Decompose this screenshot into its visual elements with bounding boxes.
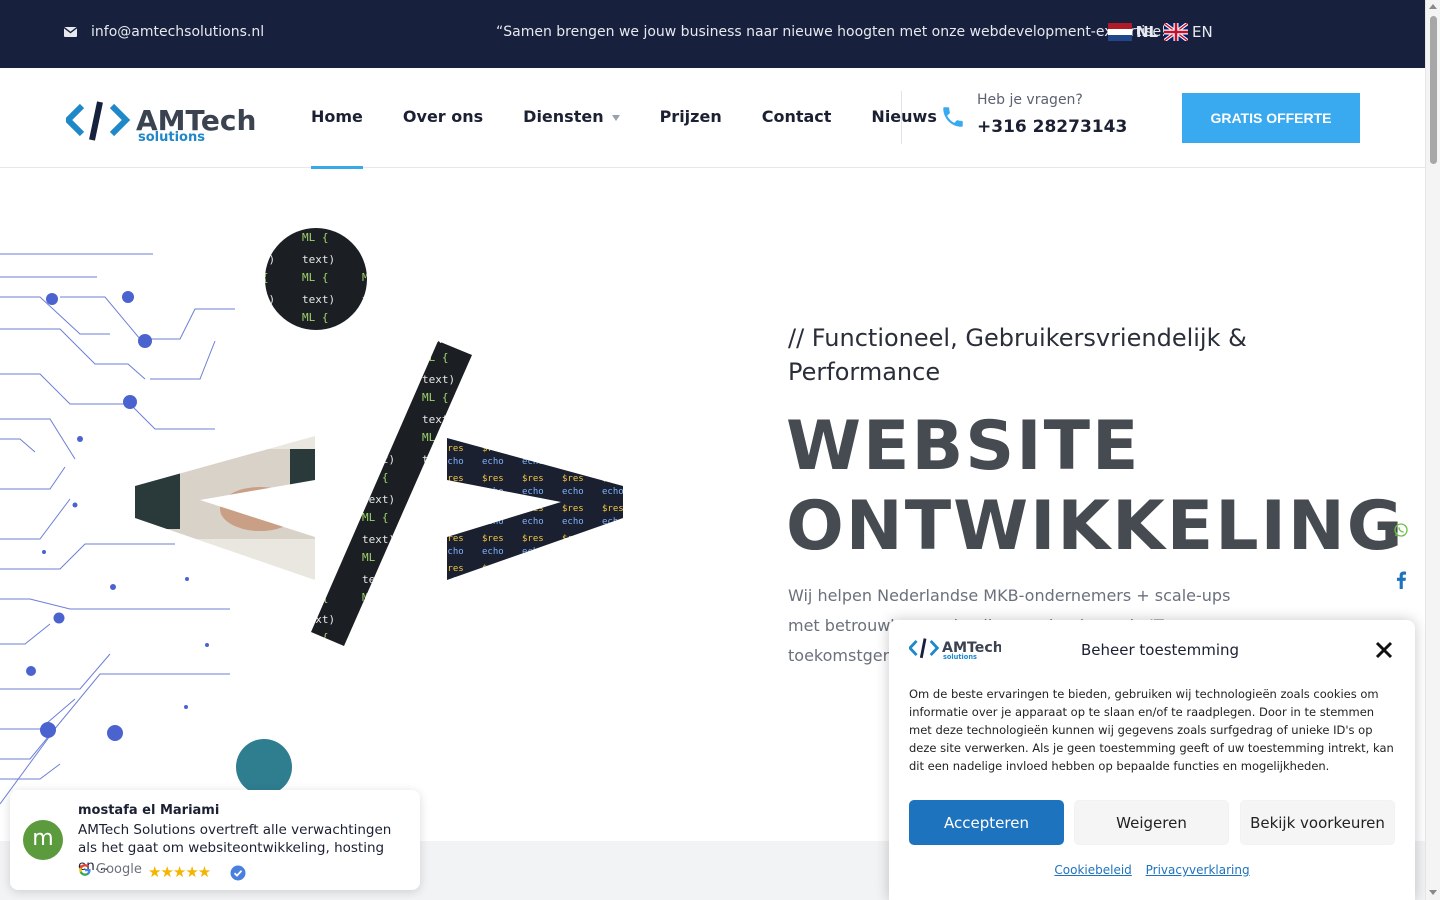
page-scrollbar[interactable] <box>1425 0 1440 900</box>
google-review-widget[interactable]: m mostafa el Mariami AMTech Solutions ov… <box>10 790 420 890</box>
nav-diensten[interactable]: Diensten <box>523 68 620 168</box>
facebook-link[interactable] <box>1377 555 1425 605</box>
phone-label: Heb je vragen? <box>977 92 1083 108</box>
nav-nieuws[interactable]: Nieuws <box>871 68 936 168</box>
header-divider <box>901 91 902 144</box>
google-icon <box>79 863 91 876</box>
cookie-consent-dialog: AMTech solutions Beheer toestemming Om d… <box>889 620 1415 900</box>
cookie-logo-icon: AMTech solutions <box>909 638 1001 660</box>
flag-nl-icon <box>1108 23 1132 41</box>
top-bar: info@amtechsolutions.nl “Samen brengen w… <box>0 0 1425 68</box>
email-link[interactable]: info@amtechsolutions.nl <box>64 24 264 40</box>
cookie-body-text: Om de beste ervaringen te bieden, gebrui… <box>909 687 1394 773</box>
envelope-icon <box>64 27 77 37</box>
email-text: info@amtechsolutions.nl <box>91 24 265 40</box>
gratis-offerte-button[interactable]: GRATIS OFFERTE <box>1182 93 1360 143</box>
nav-over-ons[interactable]: Over ons <box>403 68 483 168</box>
topbar-quote: “Samen brengen we jouw business naar nie… <box>496 24 1174 40</box>
hero-tagline: // Functioneel, Gebruikersvriendelijk & … <box>788 324 1247 386</box>
review-source: Google <box>78 862 142 877</box>
whatsapp-link[interactable] <box>1377 505 1425 555</box>
chevron-down-icon <box>611 114 620 121</box>
whatsapp-icon <box>1394 523 1408 537</box>
hero-code-illustration: text) ML { $res echo <box>0 228 623 805</box>
accept-button[interactable]: Accepteren <box>909 800 1064 845</box>
main-nav: Home Over ons Diensten Prijzen Contact N… <box>311 68 977 169</box>
language-nl[interactable]: NL <box>1108 23 1158 41</box>
amtech-logo-icon: AMTech solutions <box>63 101 256 145</box>
header: AMTech solutions Home Over ons Diensten … <box>0 68 1425 169</box>
hero-title-line2: ONTWIKKELING <box>786 487 1405 566</box>
hero-title-line1: WEBSITE <box>786 407 1141 486</box>
page: info@amtechsolutions.nl “Samen brengen w… <box>0 0 1440 900</box>
deny-button[interactable]: Weigeren <box>1074 800 1229 845</box>
review-stars: ★★★★★ <box>148 863 211 881</box>
cookie-links: Cookiebeleid Privacyverklaring <box>889 863 1415 877</box>
nav-contact[interactable]: Contact <box>762 68 832 168</box>
nav-diensten-label: Diensten <box>523 107 604 126</box>
facebook-icon <box>1396 571 1407 589</box>
flag-uk-icon <box>1164 23 1188 41</box>
nav-prijzen[interactable]: Prijzen <box>660 68 722 168</box>
scrollbar-thumb[interactable] <box>1430 16 1437 164</box>
cookie-logo-sub: solutions <box>943 653 977 660</box>
phone-icon[interactable] <box>940 104 966 130</box>
phone-number[interactable]: +316 28273143 <box>977 117 1127 137</box>
close-icon[interactable] <box>1374 640 1394 660</box>
review-source-label: Google <box>96 862 142 877</box>
cookie-title: Beheer toestemming <box>1081 641 1240 659</box>
view-preferences-button[interactable]: Bekijk voorkeuren <box>1240 800 1395 845</box>
scroll-down-arrow-icon[interactable] <box>1429 890 1437 895</box>
nav-home[interactable]: Home <box>311 68 363 169</box>
scroll-up-arrow-icon[interactable] <box>1429 4 1437 9</box>
language-nl-label: NL <box>1136 23 1159 41</box>
verified-badge-icon <box>230 865 246 881</box>
logo-sub: solutions <box>138 130 205 142</box>
reviewer-name: mostafa el Mariami <box>78 803 220 818</box>
reviewer-avatar: m <box>23 820 63 860</box>
language-en[interactable]: EN <box>1164 23 1213 41</box>
cookie-policy-link[interactable]: Cookiebeleid <box>1054 863 1131 877</box>
privacy-statement-link[interactable]: Privacyverklaring <box>1146 863 1250 877</box>
hero-title: WEBSITE ONTWIKKELING <box>786 407 1405 567</box>
site-logo[interactable]: AMTech solutions <box>63 98 261 146</box>
language-en-label: EN <box>1192 23 1213 41</box>
